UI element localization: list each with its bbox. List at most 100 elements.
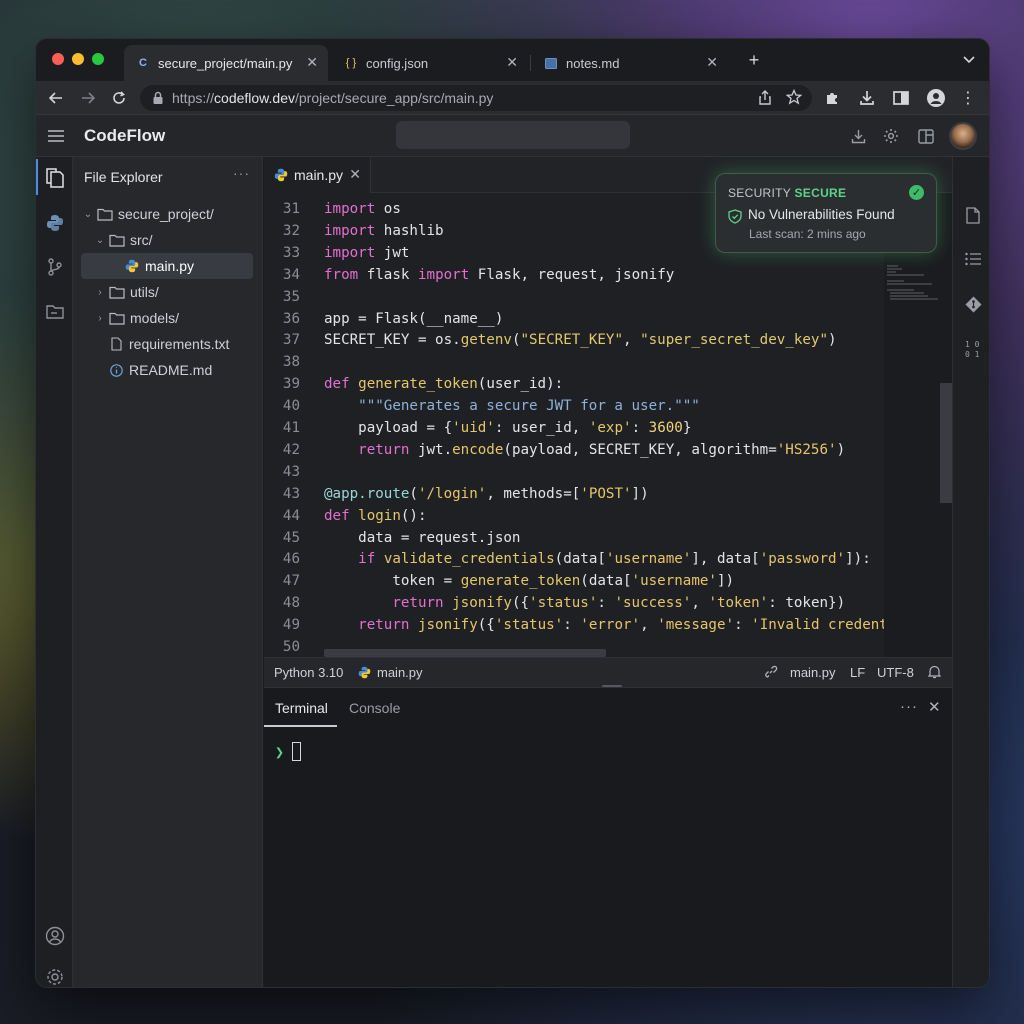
minimize-window-button[interactable] <box>72 53 84 65</box>
list-icon[interactable] <box>963 249 983 269</box>
minimap[interactable] <box>884 193 952 657</box>
tree-file-readme[interactable]: README.md <box>81 357 253 383</box>
line-number: 46 <box>282 551 300 568</box>
language-mode[interactable]: Python 3.10 <box>274 665 343 680</box>
search-input[interactable] <box>396 121 630 149</box>
binary-icon[interactable]: 1 00 1 <box>963 339 983 359</box>
tree-folder-models[interactable]: › models/ <box>81 305 253 331</box>
account-icon[interactable] <box>44 925 66 947</box>
back-arrow-icon[interactable] <box>46 88 66 108</box>
check-circle-icon: ✓ <box>909 185 924 200</box>
encoding[interactable]: UTF-8 <box>877 665 914 680</box>
download-icon[interactable] <box>848 126 868 146</box>
forward-arrow-icon[interactable] <box>78 88 98 108</box>
code-line[interactable]: 49 return jsonify({'status': 'error', 'm… <box>264 614 884 636</box>
share-icon[interactable] <box>758 90 772 108</box>
code-line[interactable]: 43 <box>264 461 884 483</box>
line-code: return jsonify({'status': 'success', 'to… <box>392 595 846 612</box>
close-tab-icon[interactable]: ✕ <box>706 54 718 71</box>
chevron-down-icon: ⌄ <box>95 234 105 246</box>
python-icon[interactable] <box>44 212 66 234</box>
code-line[interactable]: 39 def generate_token(user_id): <box>264 373 884 395</box>
browser-menu-icon[interactable]: ⋮ <box>958 88 978 108</box>
split-layout-icon[interactable] <box>916 126 936 146</box>
code-line[interactable]: 46 if validate_credentials(data['usernam… <box>264 548 884 570</box>
link-icon[interactable] <box>764 665 778 679</box>
files-copy-icon[interactable] <box>44 167 66 189</box>
security-status-card[interactable]: SECURITY SECURE ✓ No Vulnerabilities Fou… <box>715 173 937 253</box>
bell-icon[interactable] <box>928 665 941 679</box>
line-code: from flask import Flask, request, jsonif… <box>324 266 675 283</box>
more-dots-icon[interactable]: ··· <box>900 698 918 715</box>
tree-file-main-py[interactable]: main.py <box>81 253 253 279</box>
bookmark-star-icon[interactable] <box>785 88 803 108</box>
user-avatar[interactable] <box>949 122 977 150</box>
maximize-window-button[interactable] <box>92 53 104 65</box>
status-file-right[interactable]: main.py <box>790 665 836 680</box>
tab-terminal[interactable]: Terminal <box>275 700 328 716</box>
lock-icon <box>153 91 163 104</box>
activity-bar: ··· <box>36 157 73 987</box>
tab-label: secure_project/main.py <box>158 55 293 71</box>
code-line[interactable]: 44 def login(): <box>264 505 884 527</box>
tab-list-chevron-icon[interactable] <box>959 50 979 70</box>
tab-console[interactable]: Console <box>349 700 400 716</box>
profile-icon[interactable] <box>926 88 946 108</box>
hamburger-menu-icon[interactable] <box>46 126 66 146</box>
tree-folder-secure-project[interactable]: ⌄ secure_project/ <box>81 201 253 227</box>
terminal-cursor[interactable] <box>292 742 301 761</box>
status-file[interactable]: main.py <box>357 665 423 680</box>
shield-check-icon <box>728 209 742 224</box>
line-number: 38 <box>282 354 300 371</box>
document-icon[interactable] <box>963 205 983 225</box>
line-code: SECRET_KEY = os.getenv("SECRET_KEY", "su… <box>324 332 837 349</box>
minimap-slider[interactable] <box>940 383 952 503</box>
settings-gear-icon[interactable] <box>44 966 66 987</box>
close-tab-icon[interactable]: ✕ <box>306 54 318 71</box>
browser-tab-notes-md[interactable]: notes.md ✕ <box>532 45 728 81</box>
code-line[interactable]: 41 payload = {'uid': user_id, 'exp': 360… <box>264 417 884 439</box>
line-code: data = request.json <box>358 529 521 546</box>
editor-tab-main-py[interactable]: main.py ✕ <box>264 157 371 193</box>
url-field[interactable]: https://codeflow.dev/project/secure_app/… <box>140 85 812 111</box>
line-ending[interactable]: LF <box>850 665 865 680</box>
close-tab-icon[interactable]: ✕ <box>506 54 518 71</box>
tab-label: notes.md <box>566 55 620 71</box>
line-code: """Generates a secure JWT for a user.""" <box>358 398 700 415</box>
browser-tab-config-json[interactable]: { } config.json ✕ <box>332 45 528 81</box>
new-tab-plus-icon[interactable]: + <box>744 50 764 70</box>
code-line[interactable]: 35 <box>264 286 884 308</box>
code-line[interactable]: 37 SECRET_KEY = os.getenv("SECRET_KEY", "… <box>264 329 884 351</box>
close-tab-icon[interactable]: ✕ <box>349 166 361 183</box>
tree-folder-src[interactable]: ⌄ src/ <box>81 227 253 253</box>
close-window-button[interactable] <box>52 53 64 65</box>
code-line[interactable]: 43 @app.route('/login', methods=['POST']) <box>264 483 884 505</box>
more-options-icon[interactable]: ··· <box>233 165 250 181</box>
browser-tab-main-py[interactable]: C secure_project/main.py ✕ <box>124 45 328 81</box>
code-line[interactable]: 48 return jsonify({'status': 'success', … <box>264 592 884 614</box>
code-line[interactable]: 40 """Generates a secure JWT for a user.… <box>264 395 884 417</box>
tree-folder-utils[interactable]: › utils/ <box>81 279 253 305</box>
folder-icon[interactable] <box>44 300 66 322</box>
tree-file-requirements[interactable]: requirements.txt <box>81 331 253 357</box>
extensions-puzzle-icon[interactable] <box>822 88 842 108</box>
security-message: No Vulnerabilities Found <box>748 207 895 222</box>
download-icon[interactable] <box>857 88 877 108</box>
reload-icon[interactable] <box>109 88 129 108</box>
code-area[interactable]: 31 import os 32 import hashlib 33 import jwt 3… <box>264 193 884 657</box>
panel-resize-handle[interactable] <box>602 685 622 687</box>
code-line[interactable]: 38 <box>264 351 884 373</box>
line-code: if validate_credentials(data['username']… <box>358 551 871 568</box>
gear-icon[interactable] <box>881 126 901 146</box>
source-control-icon[interactable] <box>44 256 66 278</box>
code-line[interactable]: 47 token = generate_token(data['username… <box>264 570 884 592</box>
code-line[interactable]: 34 from flask import Flask, request, json… <box>264 264 884 286</box>
line-code: return jsonify({'status': 'error', 'mess… <box>358 617 884 634</box>
code-line[interactable]: 42 return jwt.encode(payload, SECRET_KEY… <box>264 439 884 461</box>
code-line[interactable]: 36 app = Flask(__name__) <box>264 308 884 330</box>
sidebar-toggle-icon[interactable] <box>891 88 911 108</box>
git-diamond-icon[interactable] <box>963 294 983 314</box>
close-icon[interactable]: ✕ <box>928 698 941 716</box>
horizontal-scrollbar[interactable] <box>324 649 606 657</box>
code-line[interactable]: 45 data = request.json <box>264 527 884 549</box>
